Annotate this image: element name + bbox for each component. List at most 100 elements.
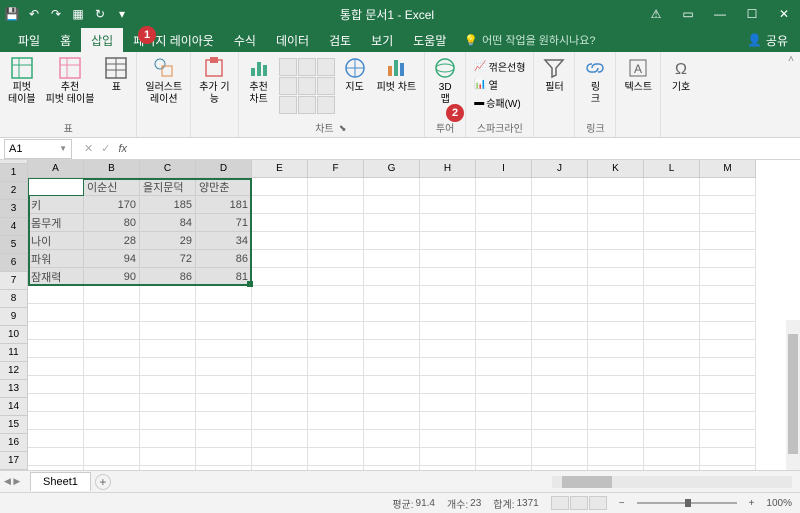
cell[interactable]	[700, 394, 756, 412]
cell[interactable]	[28, 304, 84, 322]
row-header[interactable]: 10	[0, 326, 28, 344]
cell[interactable]	[420, 430, 476, 448]
cell[interactable]	[84, 430, 140, 448]
column-header[interactable]: C	[140, 160, 196, 178]
pivot-chart-button[interactable]: 피벗 차트	[373, 54, 421, 96]
chart-type-button[interactable]	[279, 58, 297, 76]
row-header[interactable]: 5	[0, 236, 28, 254]
cell[interactable]	[420, 304, 476, 322]
cell[interactable]	[588, 448, 644, 466]
save-icon[interactable]: 💾	[4, 6, 20, 22]
cell[interactable]	[308, 376, 364, 394]
cell[interactable]	[644, 322, 700, 340]
chevron-down-icon[interactable]: ▼	[59, 144, 67, 153]
sheet-nav[interactable]: ◀ ▶	[4, 476, 20, 487]
cell[interactable]	[84, 448, 140, 466]
cell[interactable]	[420, 340, 476, 358]
cell[interactable]	[700, 376, 756, 394]
cell[interactable]	[252, 430, 308, 448]
page-break-view-button[interactable]	[589, 496, 607, 510]
cell[interactable]	[700, 412, 756, 430]
cell[interactable]	[644, 412, 700, 430]
zoom-level[interactable]: 100%	[766, 498, 792, 509]
row-header[interactable]: 16	[0, 434, 28, 452]
cell[interactable]	[364, 358, 420, 376]
cell[interactable]	[588, 232, 644, 250]
cell[interactable]	[476, 358, 532, 376]
3d-map-button[interactable]: 3D 맵	[429, 54, 461, 108]
zoom-in-button[interactable]: +	[749, 498, 755, 509]
chart-type-button[interactable]	[317, 96, 335, 114]
cell[interactable]	[364, 412, 420, 430]
cell[interactable]	[644, 250, 700, 268]
cell[interactable]	[364, 214, 420, 232]
cell[interactable]	[420, 322, 476, 340]
cell[interactable]	[140, 430, 196, 448]
cell[interactable]	[308, 430, 364, 448]
cell[interactable]: 86	[140, 268, 196, 286]
cell[interactable]	[532, 232, 588, 250]
cell[interactable]	[140, 358, 196, 376]
cell[interactable]	[700, 178, 756, 196]
cell[interactable]	[700, 286, 756, 304]
cell[interactable]	[308, 250, 364, 268]
filter-button[interactable]: 필터	[538, 54, 570, 96]
cell[interactable]: 나이	[28, 232, 84, 250]
cell[interactable]	[588, 178, 644, 196]
cell[interactable]	[532, 178, 588, 196]
cell[interactable]	[476, 394, 532, 412]
cell[interactable]	[420, 394, 476, 412]
cells[interactable]: 이순신을지문덕양만춘키170185181몸무게808471나이282934파워9…	[28, 178, 800, 470]
cell[interactable]	[476, 448, 532, 466]
sparkline-column-button[interactable]: 📊열	[472, 76, 527, 93]
column-header[interactable]: L	[644, 160, 700, 178]
page-layout-view-button[interactable]	[570, 496, 588, 510]
row-header[interactable]: 11	[0, 344, 28, 362]
row-header[interactable]: 14	[0, 398, 28, 416]
cell[interactable]	[420, 178, 476, 196]
cell[interactable]: 170	[84, 196, 140, 214]
cell[interactable]	[644, 448, 700, 466]
cell[interactable]: 을지문덕	[140, 178, 196, 196]
chart-type-grid[interactable]	[279, 58, 335, 114]
recommended-pivot-button[interactable]: 추천 피벗 테이블	[42, 54, 99, 108]
cell[interactable]	[308, 286, 364, 304]
cell[interactable]	[252, 322, 308, 340]
cell[interactable]	[252, 340, 308, 358]
cell[interactable]: 84	[140, 214, 196, 232]
cell[interactable]	[252, 448, 308, 466]
cell[interactable]	[700, 304, 756, 322]
cell[interactable]	[364, 268, 420, 286]
cell[interactable]: 86	[196, 250, 252, 268]
chart-type-button[interactable]	[279, 77, 297, 95]
close-icon[interactable]: ✕	[772, 2, 796, 26]
cell[interactable]	[308, 322, 364, 340]
cell[interactable]	[476, 286, 532, 304]
cell[interactable]	[588, 322, 644, 340]
sheet-tab[interactable]: Sheet1	[30, 472, 91, 491]
cell[interactable]	[308, 268, 364, 286]
cell[interactable]	[28, 430, 84, 448]
cell[interactable]	[308, 448, 364, 466]
tab-review[interactable]: 검토	[319, 28, 361, 53]
symbols-button[interactable]: Ω 기호	[665, 54, 697, 96]
ribbon-options-icon[interactable]: ▭	[676, 2, 700, 26]
row-header[interactable]: 3	[0, 200, 28, 218]
qat-dropdown-icon[interactable]: ▾	[114, 6, 130, 22]
cell[interactable]	[700, 340, 756, 358]
cell[interactable]	[700, 268, 756, 286]
cell[interactable]	[588, 358, 644, 376]
vertical-scrollbar[interactable]	[786, 320, 800, 470]
cell[interactable]	[588, 250, 644, 268]
cell[interactable]	[532, 340, 588, 358]
row-header[interactable]: 8	[0, 290, 28, 308]
cell[interactable]	[420, 250, 476, 268]
cell[interactable]	[364, 376, 420, 394]
cell[interactable]	[308, 232, 364, 250]
column-header[interactable]: I	[476, 160, 532, 178]
cell[interactable]	[364, 196, 420, 214]
cell[interactable]	[140, 412, 196, 430]
cell[interactable]	[476, 196, 532, 214]
cell[interactable]: 이순신	[84, 178, 140, 196]
cell[interactable]	[588, 340, 644, 358]
